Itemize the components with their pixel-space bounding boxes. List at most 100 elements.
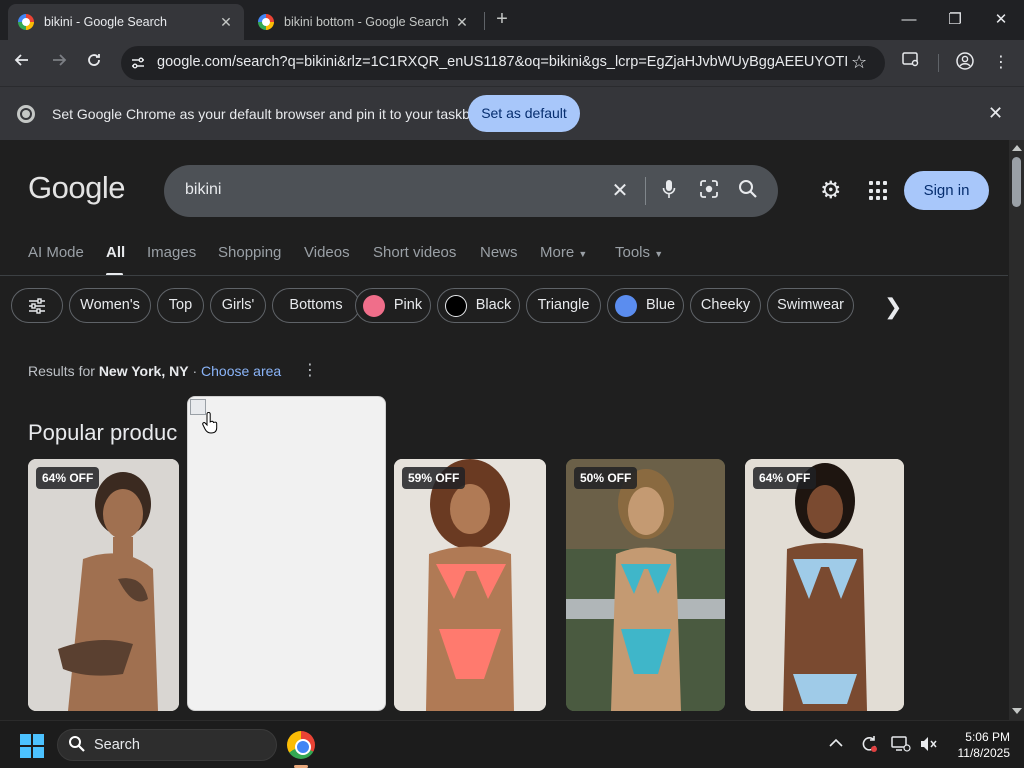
network-icon[interactable] bbox=[891, 735, 911, 757]
search-results-page: Google bikini ✕ ⚙ Sign in AI Mode All Im… bbox=[0, 140, 1024, 720]
scroll-up-arrow-icon[interactable] bbox=[1012, 145, 1022, 151]
windows-taskbar: Search 5:06 PM 11/8/2025 bbox=[0, 720, 1024, 768]
chip-womens[interactable]: Women's bbox=[69, 288, 151, 323]
voice-search-icon[interactable] bbox=[657, 179, 681, 203]
google-favicon-icon bbox=[18, 14, 34, 30]
default-browser-infobar: Set Google Chrome as your default browse… bbox=[0, 86, 1024, 140]
new-tab-button[interactable]: + bbox=[492, 8, 512, 32]
sync-icon[interactable] bbox=[859, 735, 879, 757]
back-button[interactable] bbox=[9, 50, 35, 76]
toolbar-divider bbox=[938, 54, 939, 72]
hand-cursor-icon bbox=[202, 412, 218, 434]
product-card-3[interactable]: 59% OFF bbox=[394, 459, 546, 711]
address-bar[interactable]: google.com/search?q=bikini&rlz=1C1RXQR_e… bbox=[121, 46, 885, 80]
system-clock[interactable]: 5:06 PM 11/8/2025 bbox=[946, 729, 1011, 761]
filter-settings-chip[interactable] bbox=[11, 288, 63, 323]
google-apps-icon[interactable] bbox=[869, 181, 889, 201]
tab-all[interactable]: All bbox=[106, 244, 125, 261]
tab-close-icon[interactable]: ✕ bbox=[218, 14, 234, 31]
tab-ai-mode[interactable]: AI Mode bbox=[28, 244, 84, 261]
scroll-thumb[interactable] bbox=[1012, 157, 1021, 207]
discount-badge: 59% OFF bbox=[402, 467, 466, 489]
reload-icon bbox=[88, 54, 100, 66]
chip-girls[interactable]: Girls' bbox=[210, 288, 266, 323]
volume-muted-icon[interactable] bbox=[919, 735, 939, 757]
discount-badge: 64% OFF bbox=[753, 467, 817, 489]
product-image bbox=[28, 459, 179, 711]
search-icon[interactable] bbox=[736, 179, 760, 203]
clock-time: 5:06 PM bbox=[965, 730, 1010, 744]
product-card-5[interactable]: 64% OFF bbox=[745, 459, 904, 711]
tab-short-videos[interactable]: Short videos bbox=[373, 244, 456, 261]
chrome-taskbar-icon[interactable] bbox=[287, 731, 315, 759]
chrome-menu-icon[interactable]: ⋮ bbox=[990, 52, 1012, 74]
minimize-button[interactable]: — bbox=[894, 8, 924, 32]
chevron-right-icon[interactable]: ❯ bbox=[884, 294, 902, 320]
results-for-prefix: Results for bbox=[28, 363, 95, 379]
sign-in-button[interactable]: Sign in bbox=[904, 171, 989, 210]
tab-search-icon[interactable] bbox=[900, 52, 922, 74]
screen: bikini - Google Search ✕ bikini bottom -… bbox=[0, 0, 1024, 768]
tab-bikini[interactable]: bikini - Google Search ✕ bbox=[8, 4, 244, 40]
taskbar-search-box[interactable]: Search bbox=[57, 729, 277, 761]
chip-pink[interactable]: Pink bbox=[355, 288, 431, 323]
more-options-icon[interactable]: ⋮ bbox=[302, 360, 318, 380]
lens-search-icon[interactable] bbox=[697, 179, 721, 203]
infobar-message: Set Google Chrome as your default browse… bbox=[52, 106, 483, 122]
tab-more-label: More bbox=[540, 244, 575, 261]
tab-tools[interactable]: Tools ▼ bbox=[615, 244, 663, 261]
google-logo[interactable]: Google bbox=[28, 170, 125, 206]
product-card-4[interactable]: 50% OFF bbox=[566, 459, 725, 711]
settings-gear-icon[interactable]: ⚙ bbox=[820, 177, 842, 205]
reload-button[interactable] bbox=[81, 50, 107, 76]
product-card-1[interactable]: 64% OFF bbox=[28, 459, 179, 711]
tab-news[interactable]: News bbox=[480, 244, 518, 261]
chip-black[interactable]: Black bbox=[437, 288, 520, 323]
clear-search-icon[interactable]: ✕ bbox=[608, 179, 632, 203]
filter-chips: Women's Top Girls' Bottoms Pink Black Tr… bbox=[11, 288, 871, 324]
windows-start-icon[interactable] bbox=[20, 734, 44, 758]
maximize-button[interactable]: ❐ bbox=[940, 8, 970, 32]
tab-close-icon[interactable]: ✕ bbox=[454, 14, 470, 31]
forward-button[interactable] bbox=[46, 50, 72, 76]
chip-swimwear[interactable]: Swimwear bbox=[767, 288, 854, 323]
chip-bottoms[interactable]: Bottoms bbox=[272, 288, 360, 323]
discount-badge: 64% OFF bbox=[36, 467, 100, 489]
search-box-divider bbox=[645, 177, 646, 205]
scroll-down-arrow-icon[interactable] bbox=[1012, 708, 1022, 714]
tab-more[interactable]: More ▼ bbox=[540, 244, 587, 261]
search-box[interactable]: bikini ✕ bbox=[164, 165, 778, 217]
product-image bbox=[394, 459, 546, 711]
chevron-up-icon[interactable] bbox=[829, 735, 843, 752]
site-settings-icon[interactable] bbox=[130, 55, 146, 71]
tab-videos[interactable]: Videos bbox=[304, 244, 350, 261]
tab-bikini-bottom[interactable]: bikini bottom - Google Search ✕ bbox=[248, 4, 480, 40]
clock-date: 11/8/2025 bbox=[957, 746, 1011, 760]
bookmark-star-icon[interactable]: ☆ bbox=[851, 52, 867, 73]
chip-top[interactable]: Top bbox=[157, 288, 204, 323]
tab-shopping[interactable]: Shopping bbox=[218, 244, 281, 261]
chip-blue[interactable]: Blue bbox=[607, 288, 684, 323]
tab-tools-label: Tools bbox=[615, 244, 651, 261]
product-image bbox=[566, 459, 725, 711]
blue-swatch bbox=[615, 295, 637, 317]
filter-sliders-icon bbox=[29, 298, 45, 314]
profile-icon[interactable] bbox=[954, 52, 976, 74]
search-input[interactable]: bikini bbox=[185, 181, 221, 199]
header-divider bbox=[0, 275, 1008, 276]
tab-images[interactable]: Images bbox=[147, 244, 196, 261]
product-card-2-hover[interactable] bbox=[187, 396, 386, 711]
close-window-button[interactable]: ✕ bbox=[986, 8, 1016, 32]
popular-products-title: Popular produc bbox=[28, 420, 178, 445]
chevron-down-icon: ▼ bbox=[578, 249, 588, 259]
back-arrow-icon bbox=[14, 54, 28, 66]
chip-triangle[interactable]: Triangle bbox=[526, 288, 601, 323]
search-icon bbox=[68, 735, 86, 758]
choose-area-link[interactable]: Choose area bbox=[201, 363, 281, 379]
set-as-default-button[interactable]: Set as default bbox=[468, 95, 580, 132]
chip-cheeky[interactable]: Cheeky bbox=[690, 288, 761, 323]
chips-fade bbox=[856, 288, 886, 324]
page-scrollbar[interactable] bbox=[1009, 140, 1024, 720]
infobar-close-icon[interactable]: ✕ bbox=[988, 103, 1003, 124]
chevron-down-icon: ▼ bbox=[654, 249, 664, 259]
